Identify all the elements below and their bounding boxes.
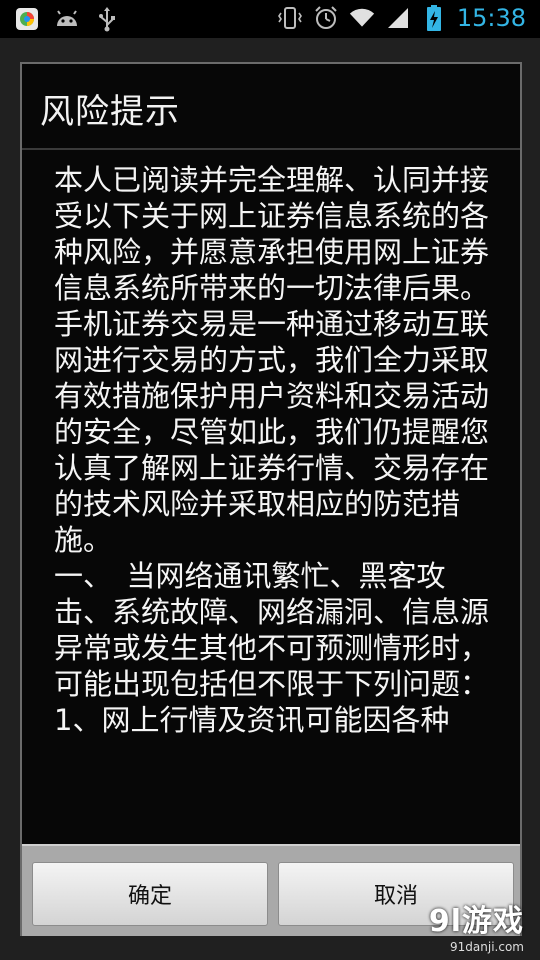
dialog-content-scroll[interactable]: 本人已阅读并完全理解、认同并接受以下关于网上证券信息系统的各种风险，并愿意承担使…: [22, 152, 520, 844]
usb-icon: [94, 5, 120, 33]
watermark: 9l游戏 91danji.com: [429, 896, 524, 954]
wifi-icon: [349, 4, 375, 32]
alarm-icon: [313, 4, 339, 32]
app-icon: [14, 5, 40, 33]
watermark-logo: 9l游戏: [428, 904, 524, 939]
vibrate-icon: [277, 4, 303, 32]
status-clock: 15:38: [456, 4, 526, 32]
risk-dialog: 风险提示 本人已阅读并完全理解、认同并接受以下关于网上证券信息系统的各种风险，并…: [20, 62, 522, 936]
battery-icon: [421, 4, 447, 32]
notification-icons: [14, 5, 120, 33]
status-bar: 15:38: [0, 0, 540, 38]
system-icons: 15:38: [277, 4, 526, 32]
dialog-title-bar: 风险提示: [22, 64, 520, 150]
dialog-message: 本人已阅读并完全理解、认同并接受以下关于网上证券信息系统的各种风险，并愿意承担使…: [54, 163, 490, 737]
watermark-url: 91danji.com: [450, 940, 524, 954]
dialog-title: 风险提示: [40, 92, 180, 132]
scroll-fade: [22, 784, 520, 844]
signal-icon: [385, 4, 411, 32]
android-icon: [54, 5, 80, 33]
ok-button[interactable]: 确定: [32, 862, 268, 926]
